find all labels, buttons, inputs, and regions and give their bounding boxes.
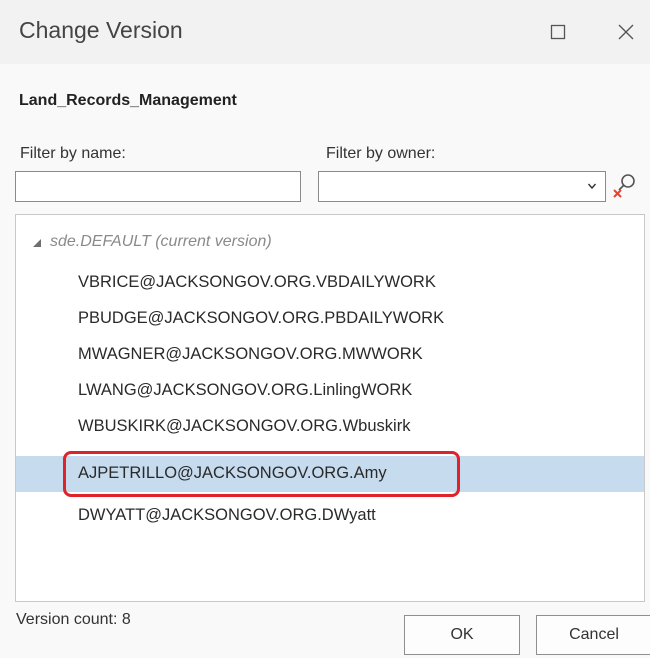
- filter-name-label: Filter by name:: [20, 145, 126, 162]
- filter-owner-label: Filter by owner:: [326, 145, 436, 162]
- database-name: Land_Records_Management: [19, 92, 237, 109]
- clear-filter-button[interactable]: [608, 171, 640, 203]
- version-name: WBUSKIRK@JACKSONGOV.ORG.Wbuskirk: [78, 417, 411, 435]
- maximize-button[interactable]: [540, 14, 576, 50]
- chevron-down-icon: [587, 183, 597, 190]
- search-clear-icon: [613, 174, 635, 198]
- version-name: MWAGNER@JACKSONGOV.ORG.MWWORK: [78, 345, 423, 363]
- close-icon: [618, 24, 634, 40]
- version-name: DWYATT@JACKSONGOV.ORG.DWyatt: [78, 506, 376, 524]
- version-list[interactable]: sde.DEFAULT (current version) VBRICE@JAC…: [15, 214, 645, 602]
- version-count: Version count: 8: [16, 611, 131, 628]
- version-name: LWANG@JACKSONGOV.ORG.LinlingWORK: [78, 381, 413, 399]
- version-row-selected[interactable]: AJPETRILLO@JACKSONGOV.ORG.Amy: [16, 456, 644, 492]
- version-name: AJPETRILLO@JACKSONGOV.ORG.Amy: [78, 464, 387, 482]
- version-name: VBRICE@JACKSONGOV.ORG.VBDAILYWORK: [78, 273, 436, 291]
- version-row[interactable]: PBUDGE@JACKSONGOV.ORG.PBDAILYWORK: [16, 301, 644, 337]
- version-row[interactable]: MWAGNER@JACKSONGOV.ORG.MWWORK: [16, 337, 644, 373]
- maximize-icon: [550, 24, 566, 40]
- version-row[interactable]: DWYATT@JACKSONGOV.ORG.DWyatt: [16, 498, 644, 534]
- version-row[interactable]: WBUSKIRK@JACKSONGOV.ORG.Wbuskirk: [16, 409, 644, 445]
- dialog-title: Change Version: [19, 17, 183, 43]
- ok-button[interactable]: OK: [404, 615, 520, 655]
- default-version-label: sde.DEFAULT (current version): [50, 233, 272, 250]
- close-button[interactable]: [608, 14, 644, 50]
- filter-name-input[interactable]: [15, 171, 301, 202]
- version-row[interactable]: LWANG@JACKSONGOV.ORG.LinlingWORK: [16, 373, 644, 409]
- version-row[interactable]: VBRICE@JACKSONGOV.ORG.VBDAILYWORK: [16, 265, 644, 301]
- filter-owner-select[interactable]: [318, 171, 606, 202]
- title-bar: Change Version: [0, 0, 650, 64]
- version-name: PBUDGE@JACKSONGOV.ORG.PBDAILYWORK: [78, 309, 445, 327]
- cancel-button[interactable]: Cancel: [536, 615, 650, 655]
- version-tree-root[interactable]: sde.DEFAULT (current version): [16, 233, 644, 255]
- expand-arrow-icon[interactable]: [32, 238, 42, 248]
